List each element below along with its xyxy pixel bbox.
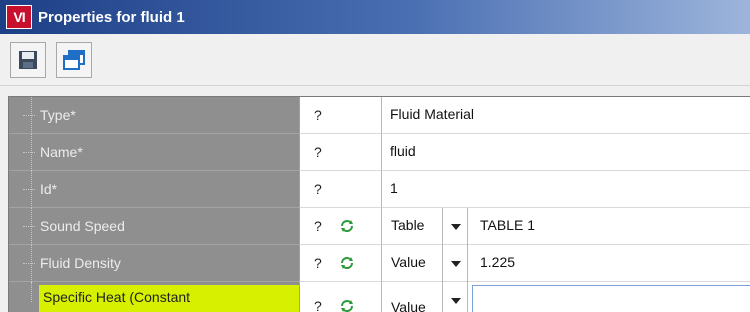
mode-dropdown[interactable]: Value [382,245,468,282]
property-help-cell: ? [299,245,381,282]
property-value-cell[interactable]: 1 [381,171,750,208]
property-name-cell[interactable]: Type* [9,97,299,134]
help-icon[interactable]: ? [314,298,322,312]
property-row-type: Type* ? Fluid Material [9,97,750,134]
toolbar [0,34,750,86]
property-row-id: Id* ? 1 [9,171,750,208]
property-help-cell: ? [299,97,381,134]
app-icon: VI [6,5,32,29]
property-value[interactable]: TABLE 1 [480,217,535,233]
property-grid: Type* ? Fluid Material Name* ? fluid Id* [8,96,750,312]
property-row-sound-speed: Sound Speed ? Table TABLE 1 [9,208,750,245]
property-value-cell[interactable]: Fluid Material [381,97,750,134]
property-help-cell: ? [299,282,381,312]
mode-dropdown[interactable]: Table [382,208,468,245]
mode-dropdown-value: Value [391,254,426,270]
chevron-down-icon[interactable] [442,208,468,245]
chevron-down-icon[interactable] [442,282,468,312]
property-value: Fluid Material [390,106,475,122]
property-name: Specific Heat (Constant [43,289,191,305]
property-value-cell: Table TABLE 1 [381,208,750,245]
property-name: Name* [40,144,83,160]
mode-dropdown-value: Table [391,217,425,233]
windows-icon [63,50,85,70]
refresh-icon[interactable] [340,256,354,270]
property-row-name: Name* ? fluid [9,134,750,171]
help-icon[interactable]: ? [314,218,322,234]
property-value: fluid [390,143,416,159]
help-icon[interactable]: ? [314,255,322,271]
mode-dropdown-value: Value [391,299,426,312]
property-name: Type* [40,107,76,123]
property-value-cell: Value [381,282,750,312]
property-name-cell[interactable]: Sound Speed [9,208,299,245]
property-name-cell[interactable]: Name* [9,134,299,171]
property-help-cell: ? [299,208,381,245]
help-icon[interactable]: ? [314,107,322,123]
value-edit-field[interactable] [472,285,750,312]
property-value[interactable]: 1.225 [480,254,515,270]
property-row-fluid-density: Fluid Density ? Value 1.225 [9,245,750,282]
property-value-cell: Value 1.225 [381,245,750,282]
toolbar-separator [0,86,750,96]
property-name-cell[interactable]: Fluid Density [9,245,299,282]
refresh-icon[interactable] [340,299,354,312]
property-name-cell[interactable]: Id* [9,171,299,208]
save-icon [19,51,37,69]
property-value: 1 [390,180,398,196]
help-icon[interactable]: ? [314,181,322,197]
property-help-cell: ? [299,171,381,208]
property-row-specific-heat: Specific Heat (Constant ? Value [9,282,750,312]
property-name-cell[interactable]: Specific Heat (Constant [9,282,299,312]
windows-button[interactable] [56,42,92,78]
mode-dropdown[interactable]: Value [382,282,468,312]
property-value-cell[interactable]: fluid [381,134,750,171]
title-bar[interactable]: VI Properties for fluid 1 [0,0,750,34]
save-button[interactable] [10,42,46,78]
property-help-cell: ? [299,134,381,171]
help-icon[interactable]: ? [314,144,322,160]
property-name: Fluid Density [40,255,121,271]
property-name: Id* [40,181,58,197]
selected-highlight: Specific Heat (Constant [39,285,299,312]
refresh-icon[interactable] [340,219,354,233]
property-name: Sound Speed [40,218,125,234]
chevron-down-icon[interactable] [442,245,468,282]
window-title: Properties for fluid 1 [38,8,185,26]
